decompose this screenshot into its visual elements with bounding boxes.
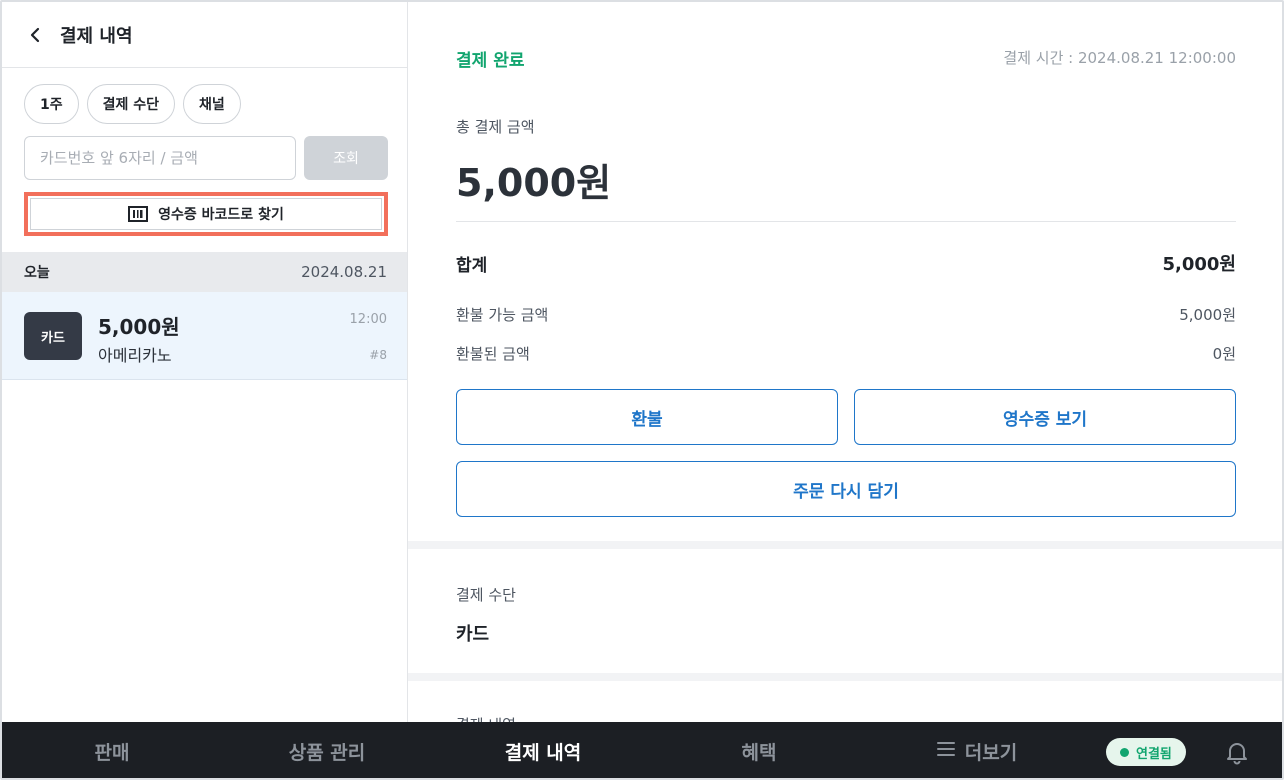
summary-label: 합계 <box>456 255 488 276</box>
summary-label: 환불된 금액 <box>456 345 530 363</box>
barcode-search-button[interactable]: 영수증 바코드로 찾기 <box>24 192 388 236</box>
summary-row-total: 합계 5,000원 <box>456 250 1236 276</box>
summary-value: 0원 <box>1212 345 1236 363</box>
transaction-item-name: 아메리카노 <box>98 346 172 365</box>
transaction-list-panel: 결제 내역 1주 결제 수단 채널 조회 영수증 바코드로 찾기 <box>2 2 408 722</box>
nav-item-more[interactable]: 더보기 <box>902 722 1052 778</box>
search-input[interactable] <box>24 136 296 180</box>
nav-item-benefits[interactable]: 혜택 <box>689 722 829 778</box>
payment-type-badge: 카드 <box>24 312 82 360</box>
payment-history-label: 결제 내역 <box>456 714 516 722</box>
back-arrow-icon[interactable] <box>24 24 46 46</box>
page-title: 결제 내역 <box>60 25 133 47</box>
summary-label: 환불 가능 금액 <box>456 306 549 324</box>
view-receipt-button[interactable]: 영수증 보기 <box>854 389 1236 445</box>
section-divider <box>408 541 1282 549</box>
date-group-header: 오늘 2024.08.21 <box>2 252 407 292</box>
transaction-detail-panel: 결제 완료 결제 시간 : 2024.08.21 12:00:00 총 결제 금… <box>408 2 1282 722</box>
summary-row-refunded: 환불된 금액 0원 <box>456 343 1236 364</box>
summary-value: 5,000원 <box>1179 306 1236 324</box>
transaction-list-item[interactable]: 카드 5,000원 아메리카노 12:00 #8 <box>2 292 407 380</box>
menu-icon <box>936 740 955 762</box>
filter-chips: 1주 결제 수단 채널 <box>24 84 241 124</box>
nav-item-products[interactable]: 상품 관리 <box>257 722 397 778</box>
payment-method-label: 결제 수단 <box>456 586 516 604</box>
search-button[interactable]: 조회 <box>304 136 388 180</box>
nav-item-more-label: 더보기 <box>964 741 1018 764</box>
total-amount-label: 총 결제 금액 <box>456 118 535 136</box>
summary-row-refundable: 환불 가능 금액 5,000원 <box>456 304 1236 325</box>
divider <box>456 221 1236 222</box>
payment-status: 결제 완료 <box>456 51 525 71</box>
reorder-button[interactable]: 주문 다시 담기 <box>456 461 1236 517</box>
status-dot-icon <box>1120 747 1129 757</box>
app-frame: 결제 내역 1주 결제 수단 채널 조회 영수증 바코드로 찾기 <box>0 0 1284 780</box>
payment-method-value: 카드 <box>456 624 490 645</box>
transaction-amount: 5,000원 <box>98 315 180 339</box>
transaction-number: #8 <box>369 348 387 362</box>
filter-chip-period[interactable]: 1주 <box>24 84 79 124</box>
barcode-icon <box>128 206 149 222</box>
refund-button[interactable]: 환불 <box>456 389 838 445</box>
date-group-date: 2024.08.21 <box>301 263 387 281</box>
payment-time: 결제 시간 : 2024.08.21 12:00:00 <box>1003 49 1236 67</box>
transaction-time: 12:00 <box>349 312 387 327</box>
barcode-search-label: 영수증 바코드로 찾기 <box>158 207 284 223</box>
bottom-navigation: 판매 상품 관리 결제 내역 혜택 더보기 연결됨 <box>2 722 1282 778</box>
nav-item-payments[interactable]: 결제 내역 <box>473 722 613 778</box>
total-amount: 5,000원 <box>456 161 612 205</box>
filter-chip-payment-method[interactable]: 결제 수단 <box>86 84 176 124</box>
connection-status-badge: 연결됨 <box>1106 738 1186 766</box>
search-row: 조회 <box>24 136 388 180</box>
summary-value: 5,000원 <box>1162 254 1237 275</box>
date-group-label: 오늘 <box>24 265 50 281</box>
bell-icon[interactable] <box>1224 739 1250 765</box>
section-divider <box>408 673 1282 681</box>
left-header: 결제 내역 <box>2 2 407 68</box>
connection-status-label: 연결됨 <box>1136 746 1172 762</box>
nav-item-sales[interactable]: 판매 <box>42 722 182 778</box>
filter-chip-channel[interactable]: 채널 <box>183 84 241 124</box>
